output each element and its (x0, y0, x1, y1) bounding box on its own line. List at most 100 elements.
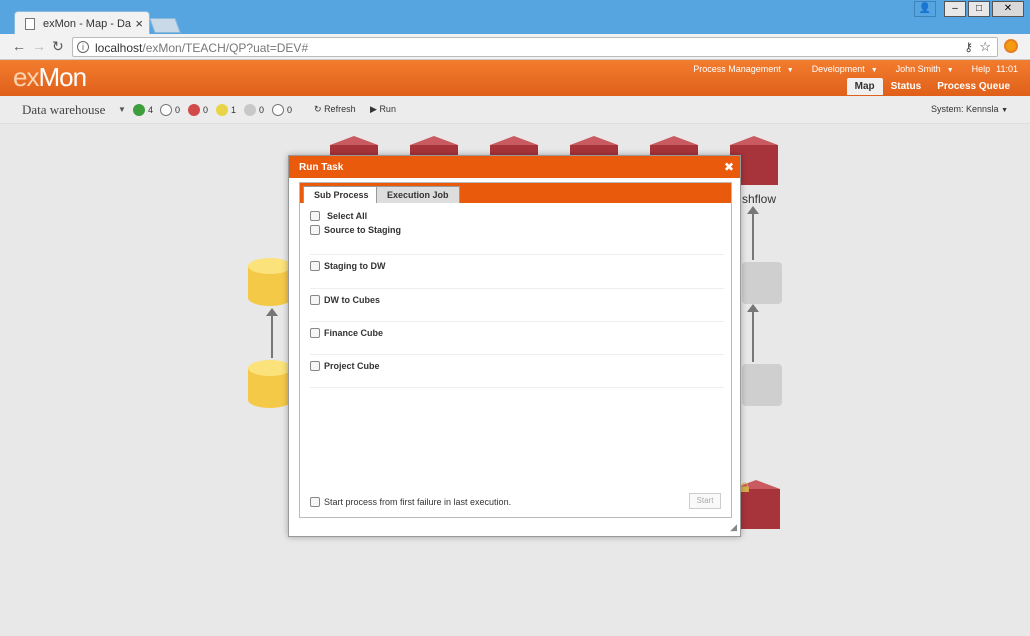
menu-label: Process Management (693, 64, 781, 74)
close-window-button[interactable]: ✕ (992, 1, 1024, 17)
menu-help[interactable]: Help (972, 64, 991, 74)
exmon-logo[interactable]: exMon (13, 62, 87, 93)
extension-icon[interactable] (1004, 39, 1018, 53)
logo-mon: Mon (38, 62, 87, 92)
select-all-row[interactable]: Select All (310, 211, 724, 221)
queued-icon (272, 104, 284, 116)
run-task-dialog: Run Task ✖ Sub Process Execution Job Sel… (288, 155, 741, 537)
refresh-label: Refresh (324, 104, 356, 114)
tab-process-queue[interactable]: Process Queue (929, 78, 1018, 95)
close-icon[interactable]: ✖ (724, 160, 734, 174)
url-text: localhost/exMon/TEACH/QP?uat=DEV# (95, 41, 308, 55)
status-count: 0 (203, 105, 209, 115)
app-tabs: Map Status Process Queue (846, 78, 1018, 95)
red-dot-icon (188, 104, 200, 116)
status-count-queued[interactable]: 0 (272, 104, 292, 116)
new-tab-button[interactable] (149, 18, 181, 33)
clock: 11:01 (996, 64, 1018, 74)
caret-down-icon[interactable]: ▼ (118, 105, 126, 114)
map-selector[interactable]: Data warehouse (22, 102, 105, 118)
system-label: System: Kennsla (931, 104, 999, 114)
user-icon[interactable]: 👤 (914, 1, 936, 17)
restart-checkbox[interactable] (310, 497, 320, 507)
browser-tab[interactable]: exMon - Map - Data warehouse × (14, 11, 150, 35)
map-toolbar: Data warehouse ▼ 4 0 0 1 0 0 ↻ Refresh ▶… (0, 96, 1030, 124)
flow-arrow (747, 304, 759, 362)
status-count: 0 (175, 105, 181, 115)
item-label: Source to Staging (324, 225, 402, 235)
top-menu: Process Management ▼ Development ▼ John Sm… (693, 64, 1018, 74)
caret-down-icon: ▼ (786, 67, 794, 74)
maximize-button[interactable]: □ (968, 1, 990, 17)
status-count-idle[interactable]: 0 (244, 104, 264, 116)
status-count-success[interactable]: 4 (133, 104, 153, 116)
dialog-title[interactable]: Run Task (289, 156, 740, 178)
sub-process-list: Select All Source to Staging Staging to … (310, 211, 724, 388)
database-node[interactable] (248, 258, 292, 310)
list-item[interactable]: Staging to DW (310, 255, 724, 289)
run-button[interactable]: ▶ Run (370, 104, 396, 115)
checkbox[interactable] (310, 261, 320, 271)
url-path: /exMon/TEACH/QP?uat=DEV# (142, 41, 309, 55)
address-bar[interactable]: i localhost/exMon/TEACH/QP?uat=DEV# ⚷ ☆ (72, 37, 998, 57)
item-label: Staging to DW (324, 261, 386, 271)
resize-grip-icon[interactable]: ◢ (730, 522, 737, 533)
checkbox[interactable] (310, 225, 320, 235)
reload-icon[interactable]: ↻ (52, 38, 64, 55)
logo-ex: ex (13, 62, 39, 92)
refresh-button[interactable]: ↻ Refresh (314, 104, 356, 115)
browser-window: exMon - Map - Data warehouse × 👤 – □ ✕ ←… (0, 0, 1030, 636)
restart-option[interactable]: Start process from first failure in last… (310, 497, 511, 507)
window-controls: 👤 – □ ✕ (914, 1, 1024, 17)
tab-title: exMon - Map - Data warehouse (43, 18, 131, 30)
flow-arrow (266, 308, 278, 358)
refresh-icon: ↻ (314, 104, 322, 114)
title-bar: exMon - Map - Data warehouse × 👤 – □ ✕ (0, 0, 1030, 35)
restart-label: Start process from first failure in last… (324, 497, 512, 507)
bookmark-star-icon[interactable]: ☆ (979, 39, 991, 55)
menu-process-management[interactable]: Process Management ▼ (693, 64, 793, 74)
list-item[interactable]: Finance Cube (310, 322, 724, 355)
status-count-failed[interactable]: 0 (188, 104, 208, 116)
checkbox[interactable] (310, 361, 320, 371)
run-label: Run (379, 104, 396, 114)
status-count-warning[interactable]: 1 (216, 104, 236, 116)
tab-status[interactable]: Status (883, 78, 930, 95)
item-label: Finance Cube (324, 328, 384, 338)
select-all-checkbox[interactable] (310, 211, 320, 221)
minimize-button[interactable]: – (944, 1, 966, 17)
checkbox[interactable] (310, 328, 320, 338)
app-header: exMon Process Management ▼ Development ▼ J… (0, 60, 1030, 96)
list-item[interactable]: DW to Cubes (310, 289, 724, 322)
menu-user[interactable]: John Smith ▼ (896, 64, 954, 74)
tab-close-icon[interactable]: × (135, 16, 143, 31)
url-host: localhost (95, 41, 143, 55)
caret-down-icon: ▼ (1001, 107, 1008, 114)
list-item[interactable]: Project Cube (310, 355, 724, 388)
status-count-running[interactable]: 0 (160, 104, 180, 116)
system-selector[interactable]: System: Kennsla ▼ (931, 104, 1008, 114)
info-icon[interactable]: i (77, 41, 89, 53)
process-node[interactable] (742, 262, 782, 304)
node-label: shflow (742, 192, 777, 206)
item-label: DW to Cubes (324, 295, 380, 305)
database-node[interactable] (248, 360, 292, 412)
tab-map[interactable]: Map (846, 78, 883, 95)
checkbox[interactable] (310, 295, 320, 305)
menu-label: Development (811, 64, 865, 74)
process-node[interactable] (742, 364, 782, 406)
tab-sub-process[interactable]: Sub Process (303, 186, 380, 203)
list-item[interactable]: Source to Staging (310, 225, 724, 255)
dialog-body: Sub Process Execution Job Select All Sou… (299, 182, 732, 518)
green-dot-icon (133, 104, 145, 116)
menu-development[interactable]: Development ▼ (812, 64, 878, 74)
status-count: 1 (231, 105, 237, 115)
forward-icon[interactable]: → (32, 38, 46, 54)
item-label: Project Cube (324, 361, 380, 371)
yellow-dot-icon (216, 104, 228, 116)
page-icon (25, 18, 35, 30)
key-icon[interactable]: ⚷ (964, 40, 973, 54)
start-button[interactable]: Start (689, 493, 721, 509)
tab-execution-job[interactable]: Execution Job (376, 186, 460, 203)
back-icon[interactable]: ← (12, 38, 26, 54)
